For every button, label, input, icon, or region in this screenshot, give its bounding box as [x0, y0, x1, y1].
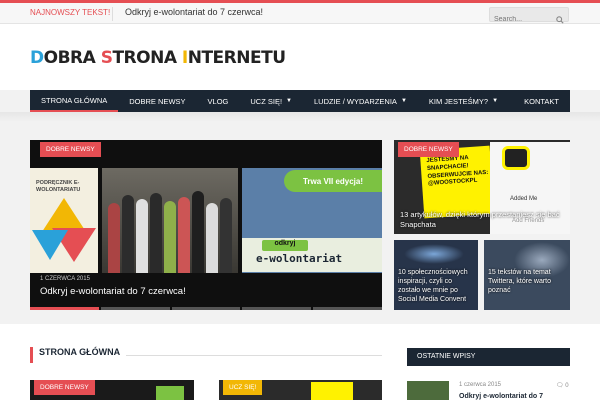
- e-wolontariat-logo: odkryj e-wolontariat: [242, 238, 382, 272]
- nav-item-learn[interactable]: UCZ SIĘ! ▼: [239, 90, 303, 112]
- top-bar: NAJNOWSZY TEKST! Odkryj e-wolontariat do…: [0, 0, 600, 26]
- post-title-link[interactable]: 13 artykułów, dzięki którym przestaniesz…: [400, 210, 560, 230]
- chevron-down-icon: ▼: [400, 98, 407, 104]
- nav-item-people-events[interactable]: LUDZIE / WYDARZENIA ▼: [303, 90, 418, 112]
- nav-shadow: [0, 112, 600, 122]
- main-nav: STRONA GŁÓWNA DOBRE NEWSY VLOG UCZ SIĘ! ▼…: [30, 90, 570, 112]
- edition-banner: Trwa VII edycja!: [284, 170, 382, 192]
- featured-main-post[interactable]: DOBRE NEWSY PODRĘCZNIK E-WOLONTARIATU Tr…: [30, 140, 382, 310]
- nav-item-home[interactable]: STRONA GŁÓWNA: [30, 90, 119, 112]
- latest-post-link[interactable]: Odkryj e-wolontariat do 7 czerwca!: [125, 7, 263, 17]
- featured-side-post[interactable]: 10 społecznościowych inspiracji, czyli c…: [394, 240, 478, 310]
- post-date: 1 czerwca 2015: [459, 382, 502, 388]
- post-card[interactable]: UCZ SIĘ!: [219, 380, 382, 400]
- post-title-link[interactable]: Odkryj e-wolontariat do 7: [459, 393, 543, 400]
- category-tag[interactable]: DOBRE NEWSY: [40, 142, 101, 157]
- nav-item-about[interactable]: KIM JESTEŚMY? ▼: [418, 90, 509, 112]
- post-title-link[interactable]: 10 społecznościowych inspiracji, czyli c…: [398, 268, 476, 304]
- post-title-link[interactable]: Odkryj e-wolontariat do 7 czerwca!: [40, 286, 186, 297]
- handbook-image: PODRĘCZNIK E-WOLONTARIATU: [30, 168, 98, 273]
- post-card[interactable]: DOBRE NEWSY: [30, 380, 194, 400]
- category-tag[interactable]: DOBRE NEWSY: [398, 142, 459, 157]
- chevron-down-icon: ▼: [492, 98, 499, 104]
- campaign-image: Trwa VII edycja! odkryj e-wolontariat: [242, 168, 382, 273]
- divider: [112, 7, 113, 21]
- header: DOBRA STRONA INTERNETU: [0, 24, 600, 90]
- site-logo[interactable]: DOBRA STRONA INTERNETU: [30, 48, 286, 68]
- post-thumbnail[interactable]: [407, 381, 449, 400]
- slider-indicator[interactable]: [30, 307, 382, 310]
- nav-item-contact[interactable]: KONTAKT: [513, 90, 570, 112]
- nav-item-vlog[interactable]: VLOG: [197, 90, 240, 112]
- divider: [126, 355, 382, 356]
- latest-label: NAJNOWSZY TEKST!: [30, 8, 111, 17]
- group-photo: [102, 168, 238, 273]
- post-date: 1 CZERWCA 2015: [40, 276, 90, 282]
- search-box: [489, 7, 569, 26]
- snapchat-ghost-icon: [502, 146, 530, 170]
- featured-side-post[interactable]: JESTEŚMY NA SNAPCHACIE! OBSERWUJCIE NAS:…: [394, 140, 570, 234]
- chevron-down-icon: ▼: [286, 98, 292, 104]
- sidebar-title: OSTATNIE WPISY: [407, 348, 570, 366]
- post-title-link[interactable]: 15 tekstów na temat Twittera, które wart…: [488, 268, 566, 295]
- category-tag[interactable]: UCZ SIĘ!: [223, 380, 263, 395]
- comment-icon: 🗨: [556, 383, 564, 389]
- featured-side-post[interactable]: 15 tekstów na temat Twittera, które wart…: [484, 240, 570, 310]
- comment-count[interactable]: 🗨 0: [556, 382, 569, 389]
- nav-item-good-news[interactable]: DOBRE NEWSY: [118, 90, 196, 112]
- category-tag[interactable]: DOBRE NEWSY: [34, 380, 95, 395]
